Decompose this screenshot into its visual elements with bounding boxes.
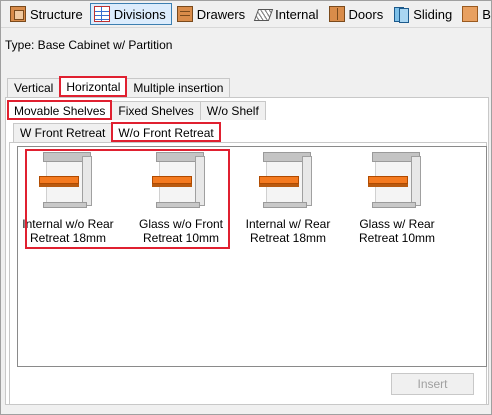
item-label-line1: Glass w/ Rear	[359, 217, 435, 231]
cabinet-shelf-icon	[38, 152, 98, 212]
list-item-internal-w-rear[interactable]: Internal w/ Rear Retreat 18mm	[238, 152, 338, 245]
item-label-line2: Retreat 18mm	[29, 231, 107, 245]
cabinet-shelf-icon	[367, 152, 427, 212]
back-panel-icon	[462, 6, 479, 22]
structure-icon	[10, 6, 26, 22]
cabinet-shelf-icon	[151, 152, 211, 212]
internal-button[interactable]: Internal	[252, 3, 323, 25]
back-panel-button[interactable]: Back Panel	[459, 3, 491, 25]
item-label-line1: Internal w/ Rear	[245, 217, 331, 231]
retreat-tabs: W Front Retreat W/o Front Retreat	[13, 122, 221, 142]
list-item-glass-wo-front[interactable]: Glass w/o Front Retreat 10mm	[131, 152, 231, 245]
item-label-line1: Internal w/o Rear	[22, 217, 114, 231]
tab-fixed-shelves[interactable]: Fixed Shelves	[111, 101, 201, 120]
shelf-type-tabs: Movable Shelves Fixed Shelves W/o Shelf	[7, 100, 266, 120]
tab-w-front-retreat[interactable]: W Front Retreat	[13, 123, 113, 142]
doors-icon	[328, 6, 345, 22]
structure-button[interactable]: Structure	[7, 3, 88, 25]
sliding-button[interactable]: Sliding	[390, 3, 457, 25]
tab-multiple-insertion[interactable]: Multiple insertion	[126, 78, 231, 97]
structure-label: Structure	[30, 6, 83, 22]
type-label: Type: Base Cabinet w/ Partition	[5, 38, 173, 52]
doors-label: Doors	[348, 6, 384, 22]
toolbar: Structure Divisions Drawers Internal Doo…	[1, 1, 491, 28]
sliding-icon	[393, 6, 410, 23]
drawers-button[interactable]: Drawers	[174, 3, 250, 25]
divisions-button[interactable]: Divisions	[89, 3, 172, 25]
sliding-label: Sliding	[413, 6, 453, 22]
cabinet-shelf-icon	[258, 152, 318, 212]
doors-button[interactable]: Doors	[326, 3, 389, 25]
drawers-icon	[176, 6, 193, 22]
item-label-line2: Retreat 10mm	[358, 231, 436, 245]
tab-movable-shelves[interactable]: Movable Shelves	[7, 100, 113, 120]
insert-button[interactable]: Insert	[391, 373, 474, 395]
item-label-line2: Retreat 10mm	[142, 231, 220, 245]
list-item-internal-wo-rear[interactable]: Internal w/o Rear Retreat 18mm	[18, 152, 118, 245]
divisions-icon	[93, 6, 110, 22]
tab-wo-front-retreat[interactable]: W/o Front Retreat	[111, 122, 221, 142]
list-item-glass-w-rear[interactable]: Glass w/ Rear Retreat 10mm	[347, 152, 447, 245]
internal-icon	[255, 6, 271, 22]
tab-horizontal[interactable]: Horizontal	[59, 76, 128, 97]
tab-without-shelf[interactable]: W/o Shelf	[199, 101, 266, 120]
internal-label: Internal	[275, 6, 319, 22]
drawers-label: Drawers	[196, 6, 246, 22]
item-label-line1: Glass w/o Front	[138, 217, 224, 231]
division-tabs: Vertical Horizontal Multiple insertion	[7, 76, 231, 97]
back-panel-label: Back Panel	[482, 6, 491, 22]
item-label-line2: Retreat 18mm	[249, 231, 327, 245]
tab-vertical[interactable]: Vertical	[7, 78, 61, 97]
divisions-label: Divisions	[113, 6, 166, 22]
